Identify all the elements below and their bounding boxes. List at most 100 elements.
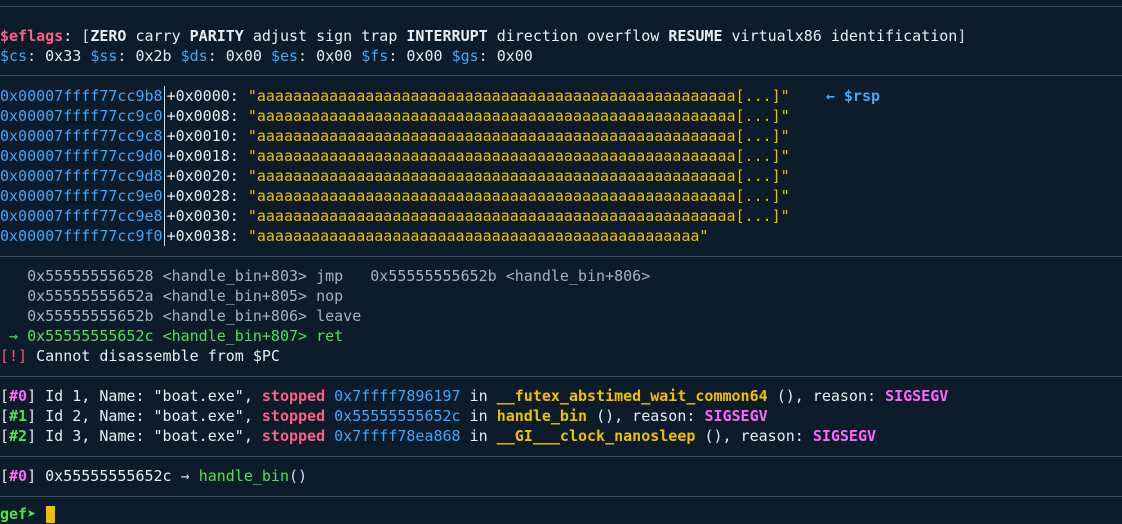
instruction-address: 0x555555556528 (27, 267, 154, 285)
stack-value: "aaaaaaaaaaaaaaaaaaaaaaaaaaaaaaaaaaaaaaa… (247, 227, 709, 245)
stack-value: "aaaaaaaaaaaaaaaaaaaaaaaaaaaaaaaaaaaaaaa… (247, 207, 790, 225)
text-cursor[interactable] (46, 506, 56, 523)
stack-row: 0x00007ffff77cc9c8 +0x0010: "aaaaaaaaaaaa… (0, 126, 790, 146)
thread-row: [#0] Id 1, Name: "boat.exe", stopped 0x7… (0, 387, 949, 405)
thread-info: Id 3, Name: "boat.exe", (45, 427, 262, 445)
code-row: 0x55555555652a <handle_bin+805> nop (0, 286, 343, 306)
thread-function: __GI___clock_nanosleep (496, 427, 696, 445)
eflags-flag: ZERO (90, 27, 127, 45)
section-separator (0, 376, 1122, 377)
segment-register-name: $ss (90, 47, 118, 65)
error-tag: [!] (0, 347, 28, 365)
thread-row: [#1] Id 2, Name: "boat.exe", stopped 0x5… (0, 407, 768, 425)
column-divider (163, 226, 165, 246)
stack-value: "aaaaaaaaaaaaaaaaaaaaaaaaaaaaaaaaaaaaaaa… (247, 127, 790, 145)
segment-register-value: 0x00 (406, 47, 443, 65)
instruction-symbol: <handle_bin+803> (162, 267, 308, 285)
eflags-flag: virtualx86 (731, 27, 822, 45)
thread-row: [#2] Id 3, Name: "boat.exe", stopped 0x7… (0, 427, 877, 445)
stack-row: 0x00007ffff77cc9d0 +0x0018: "aaaaaaaaaaaa… (0, 146, 790, 166)
trace-line: [#0] 0x55555555652c → handle_bin() (0, 467, 308, 485)
instruction-mnemonic: leave (316, 307, 362, 325)
thread-index: #1 (9, 407, 28, 425)
gef-prompt: gef➤ (0, 505, 37, 523)
stack-offset: +0x0020: (166, 167, 239, 185)
eflags-flag: trap (361, 27, 398, 45)
terminal-window[interactable]: $eflags: [ZERO carry PARITY adjust sign … (0, 0, 1122, 523)
instruction-address: 0x55555555652a (27, 287, 154, 305)
stack-row: 0x00007ffff77cc9f0 +0x0038: "aaaaaaaaaaaa… (0, 226, 708, 246)
thread-signal: SIGSEGV (885, 387, 949, 405)
stack-address: 0x00007ffff77cc9b8 (0, 87, 163, 105)
thread-state: stopped (261, 407, 326, 425)
eflags-flag: PARITY (189, 27, 244, 45)
section-separator (0, 496, 1122, 497)
stack-row: 0x00007ffff77cc9c0 +0x0008: "aaaaaaaaaaaa… (0, 106, 790, 126)
code-row: 0x555555556528 <handle_bin+803> jmp 0x55… (0, 266, 650, 286)
eflags-flag: carry (135, 27, 181, 45)
stack-value: "aaaaaaaaaaaaaaaaaaaaaaaaaaaaaaaaaaaaaaa… (247, 87, 790, 105)
segment-register-value: 0x00 (225, 47, 262, 65)
trace-function: handle_bin (198, 467, 289, 485)
stack-offset: +0x0028: (166, 187, 239, 205)
section-separator (0, 456, 1122, 457)
instruction-pointer-marker (0, 307, 27, 325)
thread-state: stopped (261, 387, 326, 405)
segment-registers-line: $cs: 0x33 $ss: 0x2b $ds: 0x00 $es: 0x00 … (0, 47, 533, 65)
current-instruction: → 0x55555555652c <handle_bin+807> ret (0, 326, 343, 346)
stack-row: 0x00007ffff77cc9e8 +0x0030: "aaaaaaaaaaaa… (0, 206, 790, 226)
instruction-operand: 0x55555555652b <handle_bin+806> (343, 267, 651, 285)
stack-address: 0x00007ffff77cc9e0 (0, 187, 163, 205)
section-separator (0, 6, 1122, 7)
segment-register-name: $cs (0, 47, 28, 65)
column-divider (163, 146, 165, 166)
segment-register-value: 0x33 (45, 47, 82, 65)
stack-offset: +0x0018: (166, 147, 239, 165)
thread-reason-label: (), reason: (596, 407, 705, 425)
instruction-mnemonic: ret (316, 327, 344, 345)
stack-offset: +0x0038: (166, 227, 239, 245)
column-divider (163, 106, 165, 126)
instruction-address: 0x55555555652b (27, 307, 154, 325)
stack-value: "aaaaaaaaaaaaaaaaaaaaaaaaaaaaaaaaaaaaaaa… (247, 147, 790, 165)
eflags-flag: INTERRUPT (406, 27, 488, 45)
trace-address: 0x55555555652c (45, 467, 172, 485)
thread-in: in (469, 427, 488, 445)
instruction-mnemonic: nop (316, 287, 344, 305)
instruction-mnemonic: jmp (316, 267, 344, 285)
thread-function: handle_bin (496, 407, 588, 425)
eflags-flag: RESUME (668, 27, 723, 45)
thread-address: 0x7ffff7896197 (334, 387, 461, 405)
stack-offset: +0x0008: (166, 107, 239, 125)
eflags-flag: identification (830, 27, 958, 45)
stack-value: "aaaaaaaaaaaaaaaaaaaaaaaaaaaaaaaaaaaaaaa… (247, 107, 790, 125)
segment-register-name: $es (270, 47, 299, 65)
arrow-icon: → (180, 467, 190, 485)
column-divider (163, 206, 165, 226)
thread-signal: SIGSEGV (812, 427, 877, 445)
stack-address: 0x00007ffff77cc9c8 (0, 127, 163, 145)
section-separator (0, 75, 1122, 76)
thread-info: Id 2, Name: "boat.exe", (45, 407, 262, 425)
eflags-flag: sign (316, 27, 353, 45)
prompt-line[interactable]: gef➤ (0, 504, 56, 524)
thread-in: in (469, 387, 488, 405)
section-separator (0, 256, 1122, 257)
stack-offset: +0x0000: (166, 87, 239, 105)
eflags-flag: direction (496, 27, 578, 45)
thread-function: __futex_abstimed_wait_common64 (496, 387, 768, 405)
thread-state: stopped (261, 427, 326, 445)
instruction-pointer-marker (0, 287, 27, 305)
stack-address: 0x00007ffff77cc9d0 (0, 147, 163, 165)
stack-address: 0x00007ffff77cc9f0 (0, 227, 163, 245)
eflags-flag: overflow (587, 27, 660, 45)
segment-register-name: $ds (180, 47, 208, 65)
column-divider (163, 186, 165, 206)
segment-register-name: $fs (361, 47, 389, 65)
stack-offset: +0x0030: (166, 207, 239, 225)
thread-reason-label: (), reason: (704, 427, 813, 445)
stack-address: 0x00007ffff77cc9c0 (0, 107, 163, 125)
thread-index: #2 (9, 427, 28, 445)
segment-register-value: 0x2b (135, 47, 172, 65)
column-divider (163, 86, 165, 106)
